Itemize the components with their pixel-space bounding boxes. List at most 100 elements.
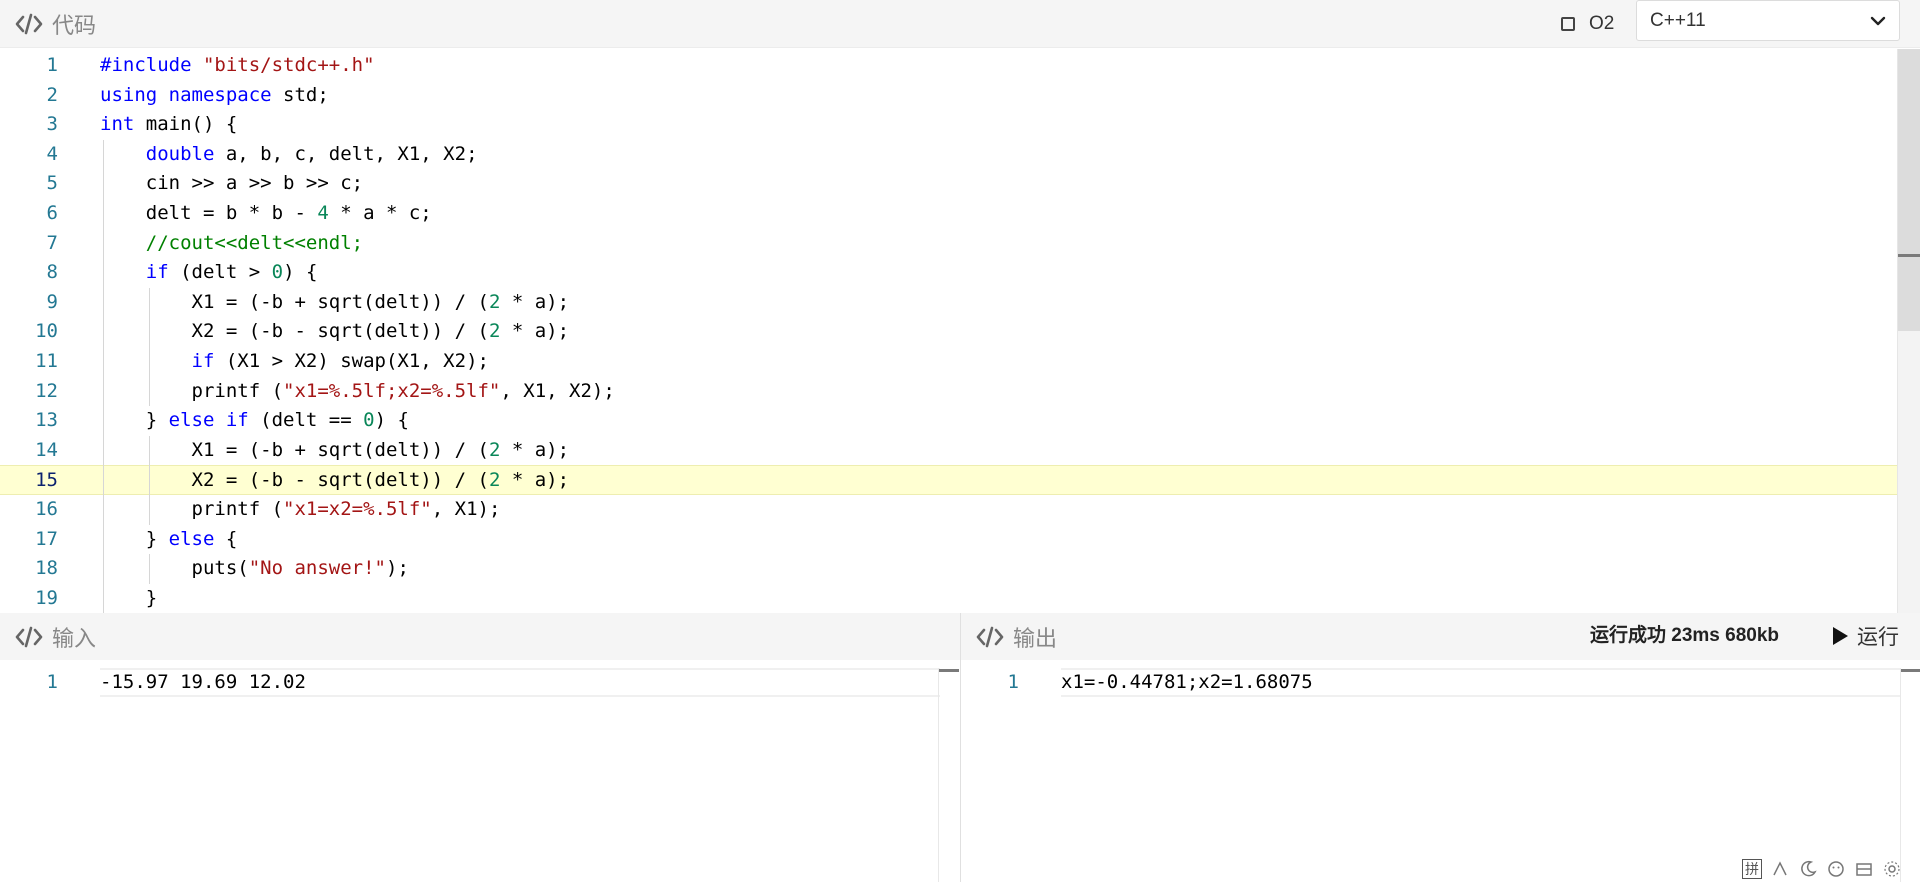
code-line-text: cin >> a >> b >> c; xyxy=(100,169,363,199)
code-token: ) { xyxy=(374,409,409,432)
tab-output[interactable]: 输出 xyxy=(961,613,1104,660)
code-token: 0 xyxy=(271,261,284,284)
code-line[interactable]: 11 if (X1 > X2) swap(X1, X2); xyxy=(0,347,1900,377)
code-line[interactable]: 18 puts("No answer!"); xyxy=(0,554,1900,584)
line-number: 1 xyxy=(46,54,58,76)
code-brackets-icon xyxy=(15,13,43,34)
language-select[interactable]: C++11 xyxy=(1636,0,1900,41)
tab-code-label: 代码 xyxy=(52,12,97,38)
code-line-text: } xyxy=(100,584,157,613)
code-line[interactable]: 5 cin >> a >> b >> c; xyxy=(0,169,1900,199)
code-line[interactable]: 8 if (delt > 0) { xyxy=(0,258,1900,288)
code-token: * a); xyxy=(500,469,570,492)
code-line[interactable]: 16 printf ("x1=x2=%.5lf", X1); xyxy=(0,495,1900,525)
code-token: { xyxy=(214,527,238,550)
o2-toggle[interactable]: O2 xyxy=(1561,10,1614,38)
code-token: "No answer!" xyxy=(248,557,386,580)
indent-guide xyxy=(148,554,150,584)
code-token: int xyxy=(100,113,135,136)
run-status: 运行成功 23ms 680kb xyxy=(1590,625,1780,646)
code-line[interactable]: 14 X1 = (-b + sqrt(delt)) / (2 * a); xyxy=(0,436,1900,466)
code-token: using namespace xyxy=(100,83,272,106)
code-token: "x1=x2=%.5lf" xyxy=(283,498,432,520)
output-scrollbar[interactable] xyxy=(1900,668,1920,882)
ime-moon-icon[interactable] xyxy=(1798,859,1818,879)
output-editor-line[interactable]: 1 x1=-0.44781;x2=1.68075 xyxy=(961,668,1920,697)
line-number: 4 xyxy=(46,142,58,165)
o2-label: O2 xyxy=(1589,13,1615,34)
ime-toolbox-icon[interactable] xyxy=(1854,859,1874,879)
code-token: 2 xyxy=(488,290,501,313)
run-button[interactable]: 运行 xyxy=(1832,619,1899,653)
checkbox-icon[interactable] xyxy=(1561,17,1575,31)
line-number: 17 xyxy=(35,527,58,550)
line-number: 18 xyxy=(35,557,58,580)
code-line[interactable]: 6 delt = b * b - 4 * a * c; xyxy=(0,199,1900,229)
code-line-text: } else if (delt == 0) { xyxy=(100,406,409,436)
language-select-value: C++11 xyxy=(1650,9,1706,31)
code-line[interactable]: 10 X2 = (-b - sqrt(delt)) / (2 * a); xyxy=(0,317,1900,347)
code-line[interactable]: 17 } else { xyxy=(0,525,1900,555)
code-line-text: delt = b * b - 4 * a * c; xyxy=(100,199,432,229)
code-line-text: puts("No answer!"); xyxy=(100,554,409,584)
code-line[interactable]: 12 printf ("x1=%.5lf;x2=%.5lf", X1, X2); xyxy=(0,377,1900,407)
code-token: a, b, c, delt, X1, X2; xyxy=(214,142,478,165)
ime-mode-label[interactable]: 拼 xyxy=(1742,859,1762,879)
tab-code[interactable]: 代码 xyxy=(0,0,143,47)
code-line-text: X1 = (-b + sqrt(delt)) / (2 * a); xyxy=(100,436,570,466)
code-token: delt = b * b - xyxy=(100,202,318,224)
code-token: printf ( xyxy=(100,498,284,520)
output-scrollbar-marker xyxy=(1901,669,1920,672)
code-token: printf ( xyxy=(100,379,284,402)
line-number: 16 xyxy=(35,498,58,520)
code-line[interactable]: 13 } else if (delt == 0) { xyxy=(0,406,1900,436)
ime-settings-icon[interactable] xyxy=(1882,859,1902,879)
input-editor-line[interactable]: 1 -15.97 19.69 12.02 xyxy=(0,668,960,697)
code-line[interactable]: 9 X1 = (-b + sqrt(delt)) / (2 * a); xyxy=(0,288,1900,318)
output-value[interactable]: x1=-0.44781;x2=1.68075 xyxy=(1061,668,1313,697)
code-panel-header: 代码 O2 C++11 xyxy=(0,0,1920,48)
code-line[interactable]: 15 X2 = (-b - sqrt(delt)) / (2 * a); xyxy=(0,465,1900,495)
code-token: #include xyxy=(100,54,203,76)
run-button-label: 运行 xyxy=(1857,626,1899,649)
indent-guide xyxy=(103,139,104,613)
line-number: 13 xyxy=(35,409,58,432)
line-number: 14 xyxy=(35,438,58,461)
code-line[interactable]: 1 #include "bits/stdc++.h" xyxy=(0,51,1900,81)
code-token: 2 xyxy=(488,438,501,461)
code-line[interactable]: 2 using namespace std; xyxy=(0,81,1900,111)
code-token: else xyxy=(168,527,215,550)
code-brackets-icon xyxy=(976,626,1004,647)
code-token: * a * c; xyxy=(328,202,432,224)
code-token: X2 = (-b - sqrt(delt)) / ( xyxy=(100,469,489,492)
tab-input[interactable]: 输入 xyxy=(0,613,143,660)
code-token: main() { xyxy=(134,113,238,136)
code-line[interactable]: 7 //cout<<delt<<endl; xyxy=(0,229,1900,259)
ime-emoji-icon[interactable] xyxy=(1826,859,1846,879)
code-line[interactable]: 3 int main() { xyxy=(0,110,1900,140)
code-editor[interactable]: 1 #include "bits/stdc++.h" 2 using namespac… xyxy=(0,49,1900,613)
input-value[interactable]: -15.97 19.69 12.02 xyxy=(100,668,306,697)
code-line[interactable]: 4 double a, b, c, delt, X1, X2; xyxy=(0,140,1900,170)
code-token: 4 xyxy=(317,202,329,224)
input-panel: 输入 1 -15.97 19.69 12.02 xyxy=(0,613,960,882)
code-line-text: X2 = (-b - sqrt(delt)) / (2 * a); xyxy=(100,317,570,347)
code-token: } xyxy=(100,527,169,550)
line-number: 19 xyxy=(35,586,58,609)
code-line-text: int main() { xyxy=(100,110,237,140)
ime-punctuation-icon[interactable] xyxy=(1770,859,1790,879)
code-scrollbar-thumb[interactable] xyxy=(1898,49,1920,331)
code-token: ); xyxy=(386,557,409,580)
code-line[interactable]: 19 } xyxy=(0,584,1900,613)
line-number: 8 xyxy=(46,261,58,284)
line-number: 2 xyxy=(46,83,58,106)
input-scrollbar[interactable] xyxy=(938,668,958,882)
code-token: , X1); xyxy=(431,498,501,520)
code-token: } xyxy=(100,586,158,609)
code-line-text: } else { xyxy=(100,525,238,555)
indent-guide xyxy=(148,435,150,525)
code-line-text: double a, b, c, delt, X1, X2; xyxy=(100,140,478,170)
tab-output-label: 输出 xyxy=(1013,625,1058,651)
